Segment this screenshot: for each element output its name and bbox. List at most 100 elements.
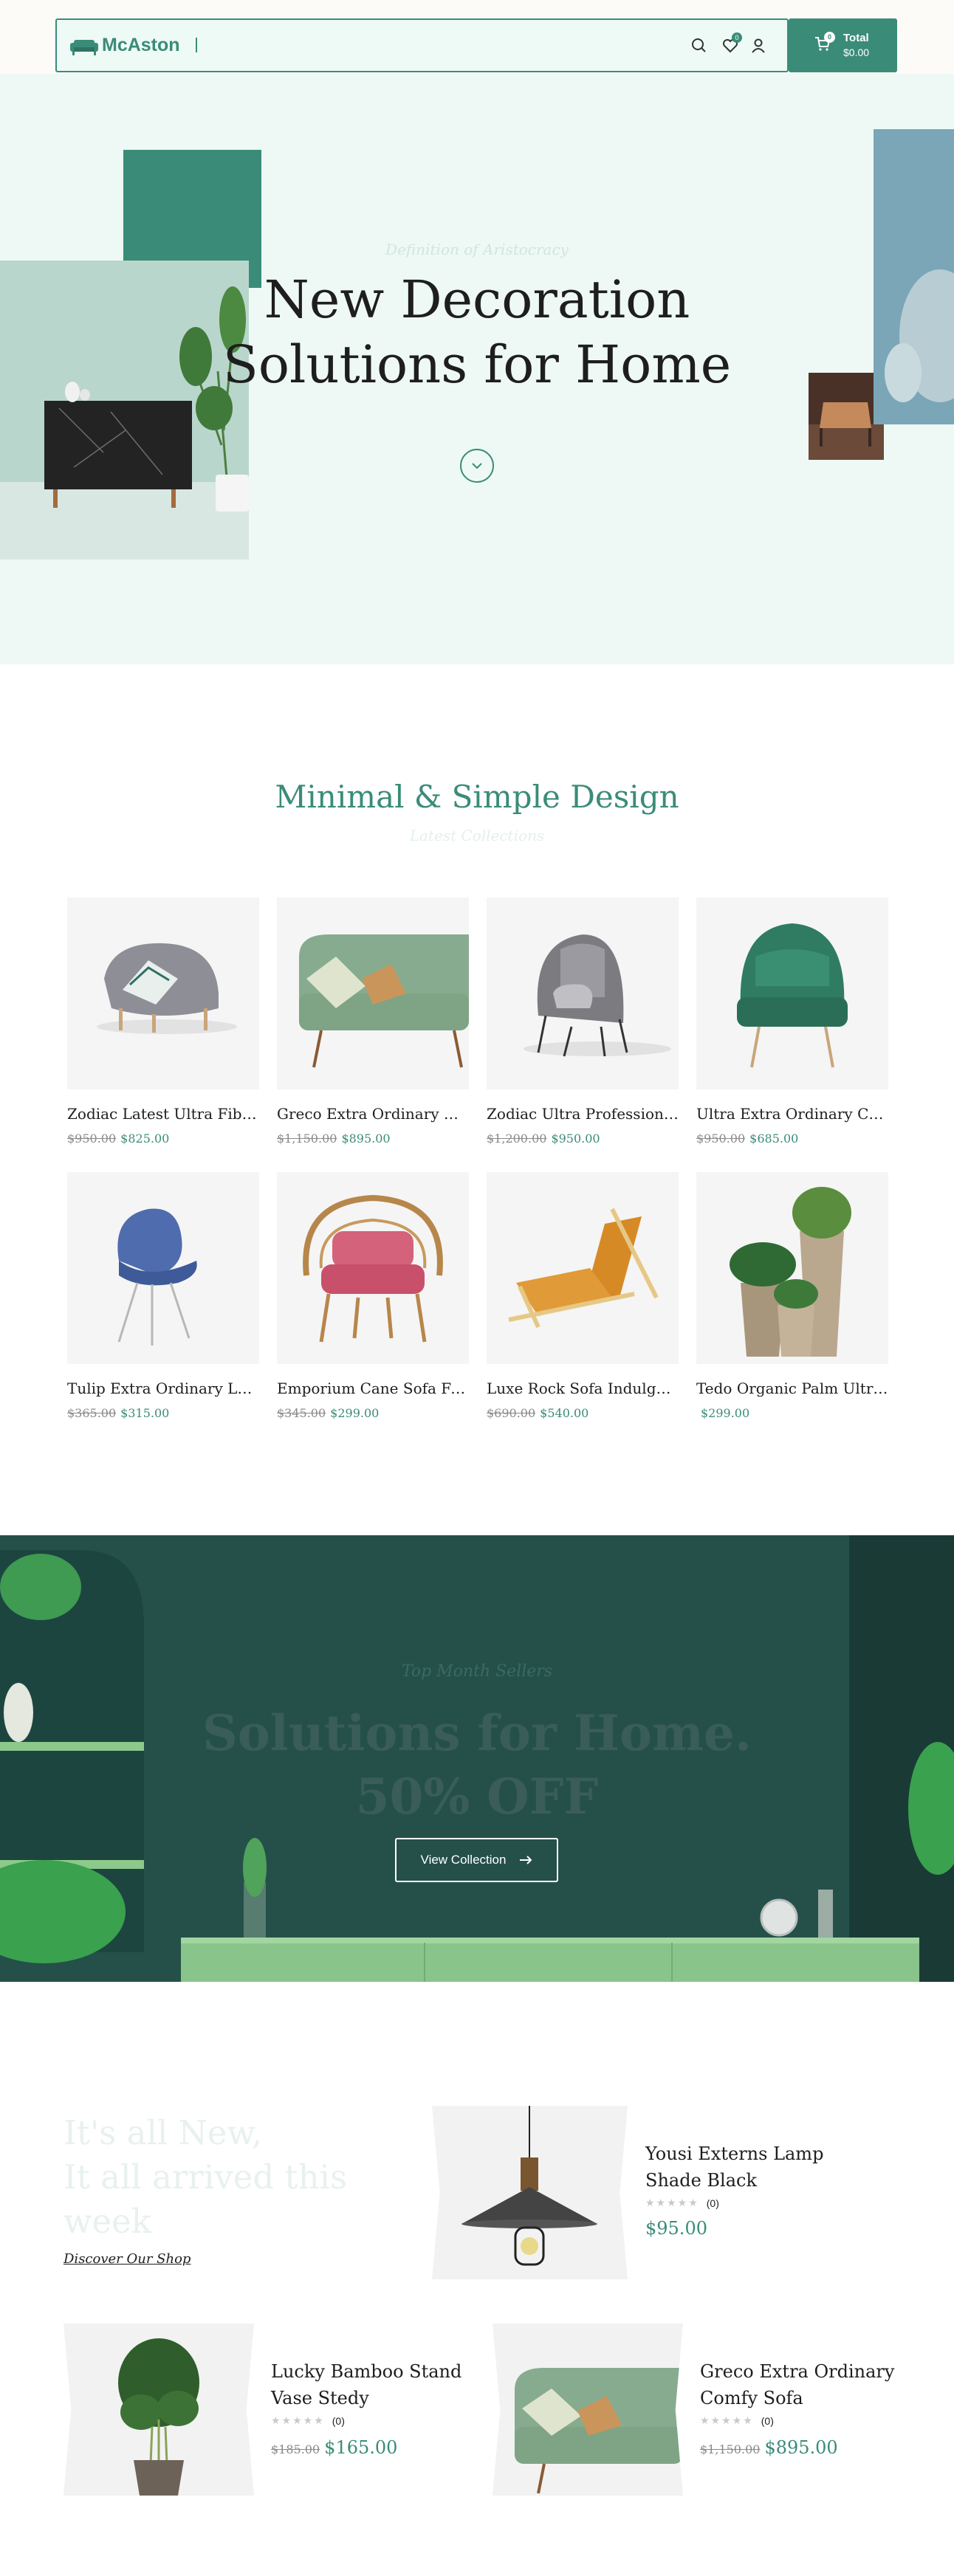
new-arrivals-heading-line3: week [64, 2202, 152, 2241]
review-count: (0) [761, 2414, 774, 2427]
arrival-image-card[interactable] [493, 2324, 683, 2496]
product-price-row: $690.00 $540.00 [487, 1406, 588, 1420]
arrival-image-card[interactable] [64, 2324, 254, 2496]
product-name[interactable]: Greco Extra Ordinary Co... [277, 1105, 469, 1123]
rating-row: ★★★★★ (0) [645, 2197, 719, 2209]
cart-button[interactable]: 0 Total $0.00 [789, 18, 897, 72]
blue-tulip-chair-image [117, 1208, 197, 1346]
old-price: $950.00 [696, 1132, 746, 1146]
promo-banner: Top Month Sellers Solutions for Home. 50… [0, 1535, 954, 1982]
star-rating-icon: ★★★★★ [700, 2414, 754, 2426]
view-collection-button[interactable]: View Collection [395, 1838, 558, 1882]
collections-subtitle: Latest Collections [409, 827, 545, 844]
old-price: $950.00 [67, 1132, 117, 1146]
product-price-row: $1,200.00 $950.00 [487, 1132, 600, 1146]
cart-total: $0.00 [843, 47, 870, 58]
logo[interactable]: McAston [69, 35, 180, 56]
arrival-price-row: $1,150.00 $895.00 [700, 2437, 838, 2458]
product-card-image[interactable] [277, 1172, 469, 1364]
old-price: $1,150.00 [700, 2442, 761, 2456]
arrival-name[interactable]: Yousi Externs Lamp Shade Black [645, 2141, 823, 2194]
heart-icon[interactable]: 0 [719, 32, 742, 57]
user-icon[interactable] [747, 35, 769, 57]
old-price: $345.00 [277, 1406, 326, 1420]
green-armchair-image [737, 923, 848, 1068]
cart-label: Total [843, 32, 869, 44]
arrival-name[interactable]: Lucky Bamboo Stand Vase Stedy [271, 2358, 461, 2411]
current-price: $825.00 [120, 1132, 170, 1146]
old-price: $185.00 [271, 2442, 320, 2456]
logo-text: McAston [102, 35, 180, 55]
old-price: $690.00 [487, 1406, 536, 1420]
product-card-image[interactable] [696, 1172, 888, 1364]
arrival-name-line2: Shade Black [645, 2170, 758, 2191]
current-price: $165.00 [324, 2437, 398, 2458]
product-card-image[interactable] [67, 1172, 259, 1364]
arrival-name-line1: Yousi Externs Lamp [645, 2143, 824, 2164]
product-name[interactable]: Ultra Extra Ordinary Co... [696, 1105, 888, 1123]
current-price: $315.00 [120, 1406, 170, 1420]
product-card-image[interactable] [67, 898, 259, 1089]
discover-shop-link[interactable]: Discover Our Shop [64, 2251, 191, 2267]
hero-chair-thumbnail [809, 373, 884, 460]
review-count: (0) [332, 2414, 345, 2427]
wishlist-count-badge: 0 [732, 32, 742, 43]
product-name[interactable]: Tedo Organic Palm Ultra ... [696, 1380, 888, 1397]
hero-eyebrow: Definition of Aristocracy [385, 241, 569, 258]
site-header: McAston 0 0 Total $0.00 [0, 0, 954, 74]
grey-armchair-image [97, 943, 237, 1034]
star-rating-icon: ★★★★★ [645, 2197, 699, 2208]
product-name[interactable]: Emporium Cane Sofa For... [277, 1380, 469, 1397]
rock-sofa-image [508, 1208, 659, 1329]
product-price-row: $950.00 $825.00 [67, 1132, 169, 1146]
navbar: McAston 0 [55, 18, 789, 72]
chevron-down-icon [472, 463, 482, 469]
product-name[interactable]: Zodiac Latest Ultra Fiber ... [67, 1105, 259, 1123]
product-name[interactable]: Tulip Extra Ordinary Lux... [67, 1380, 259, 1397]
product-card-image[interactable] [487, 898, 679, 1089]
current-price: $299.00 [701, 1406, 750, 1420]
product-card-image[interactable] [696, 898, 888, 1089]
new-arrivals-heading-line2: It all arrived this [64, 2157, 348, 2197]
product-price-row: $950.00 $685.00 [696, 1132, 798, 1146]
product-name[interactable]: Zodiac Ultra Professional ... [487, 1105, 679, 1123]
current-price: $540.00 [540, 1406, 589, 1420]
promo-title: Solutions for Home. 50% OFF [0, 1701, 954, 1828]
arrival-image-card[interactable] [432, 2106, 628, 2279]
sofa-logo-icon [70, 39, 98, 55]
scroll-down-button[interactable] [460, 449, 494, 483]
cart-count-badge: 0 [824, 32, 835, 43]
old-price: $365.00 [67, 1406, 117, 1420]
cane-chair-image [303, 1194, 443, 1343]
hero-section: Definition of Aristocracy New Decoration… [0, 74, 954, 664]
new-arrivals-heading: It's all New, It all arrived this week [64, 2111, 347, 2244]
green-sofa-image [299, 934, 469, 1068]
hero-title-line1: New Decoration [264, 269, 690, 330]
current-price: $95.00 [645, 2218, 707, 2239]
current-price: $685.00 [749, 1132, 799, 1146]
pendant-lamp-image [461, 2106, 597, 2266]
grey-lounge-chair-image [524, 934, 671, 1057]
current-price: $895.00 [764, 2437, 838, 2458]
search-icon[interactable] [688, 35, 710, 57]
promo-title-line2: 50% OFF [355, 1768, 599, 1825]
arrival-price-row: $185.00 $165.00 [271, 2437, 397, 2458]
promo-title-line1: Solutions for Home. [202, 1704, 752, 1762]
current-price: $950.00 [551, 1132, 600, 1146]
arrival-name-line2: Vase Stedy [271, 2388, 369, 2408]
product-price-row: $299.00 [696, 1406, 749, 1420]
star-rating-icon: ★★★★★ [271, 2414, 325, 2426]
arrival-name-line1: Lucky Bamboo Stand [271, 2361, 462, 2382]
product-price-row: $1,150.00 $895.00 [277, 1132, 391, 1146]
green-sofa-image [515, 2368, 683, 2494]
product-card-image[interactable] [277, 898, 469, 1089]
rating-row: ★★★★★ (0) [700, 2414, 774, 2427]
product-price-row: $345.00 $299.00 [277, 1406, 379, 1420]
old-price: $1,200.00 [487, 1132, 547, 1146]
review-count: (0) [706, 2197, 719, 2209]
product-card-image[interactable] [487, 1172, 679, 1364]
product-name[interactable]: Luxe Rock Sofa Indulge i... [487, 1380, 679, 1397]
promo-eyebrow: Top Month Sellers [401, 1662, 553, 1681]
arrival-price-row: $95.00 [645, 2218, 707, 2239]
arrival-name[interactable]: Greco Extra Ordinary Comfy Sofa [700, 2358, 894, 2411]
